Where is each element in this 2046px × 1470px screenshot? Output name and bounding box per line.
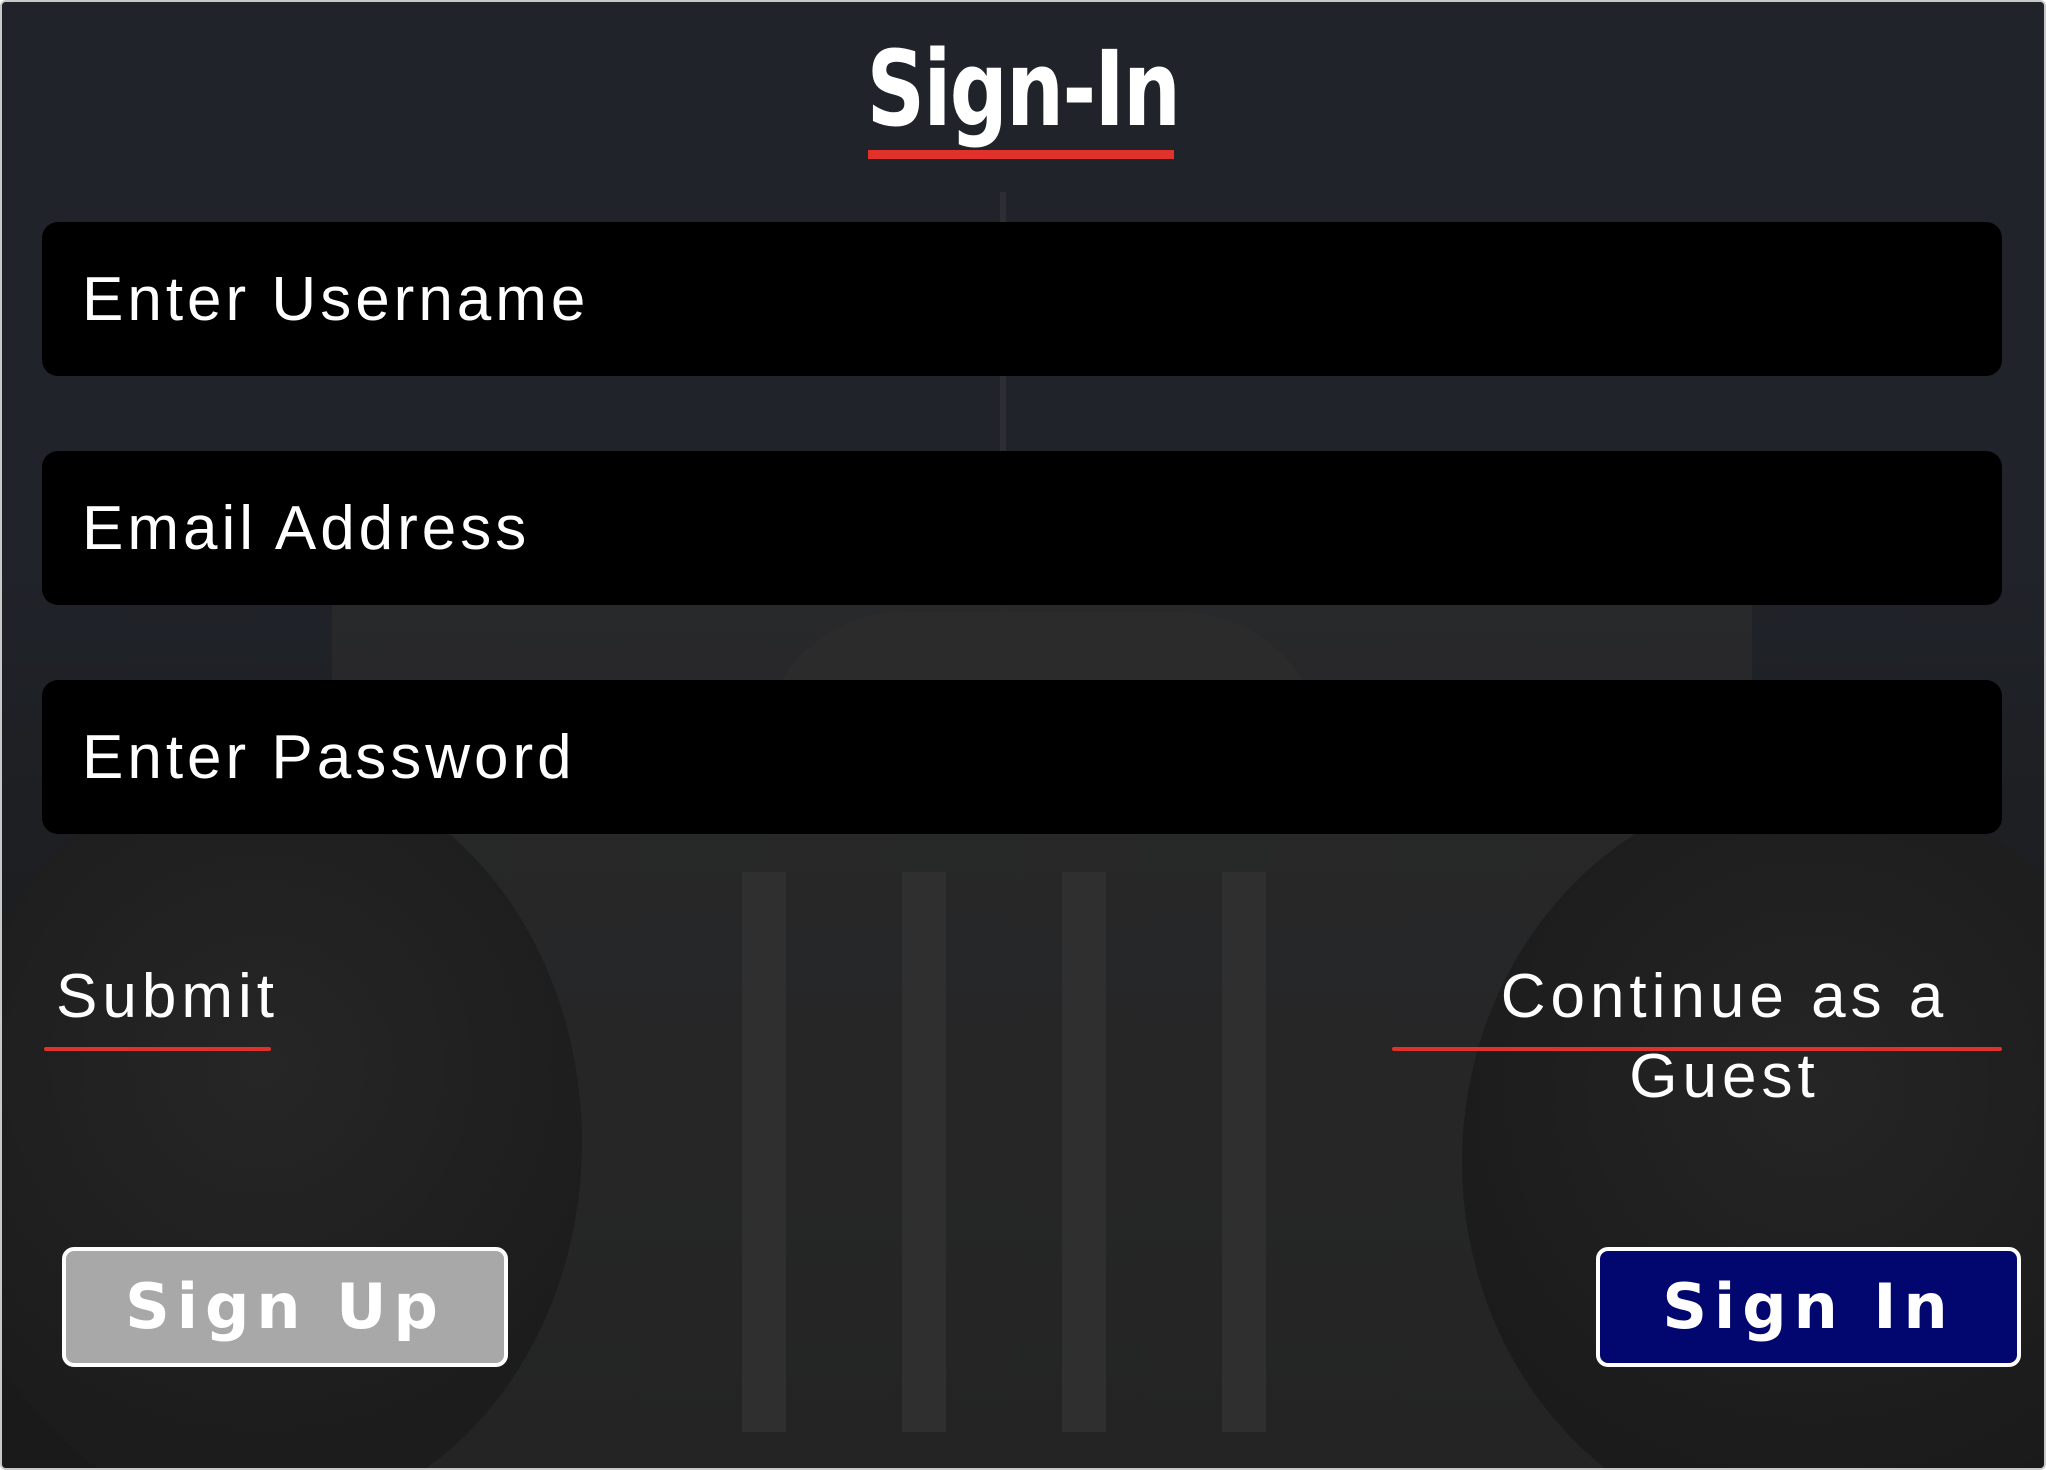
sign-in-button[interactable]: Sign In [1596, 1247, 2021, 1367]
guest-underline [1392, 1047, 2002, 1051]
sign-up-button[interactable]: Sign Up [62, 1247, 508, 1367]
submit-button[interactable]: Submit [56, 957, 279, 1037]
title-underline [868, 150, 1174, 159]
submit-underline [44, 1047, 271, 1051]
sign-in-panel: Sign-In Submit Continue as a Guest Sign … [0, 0, 2046, 1470]
password-field[interactable] [42, 680, 2002, 834]
form-content: Sign-In Submit Continue as a Guest Sign … [2, 2, 2044, 1468]
page-title: Sign-In [866, 28, 1181, 150]
username-field[interactable] [42, 222, 2002, 376]
continue-as-guest-button[interactable]: Continue as a Guest [1405, 957, 2044, 1117]
email-field[interactable] [42, 451, 2002, 605]
